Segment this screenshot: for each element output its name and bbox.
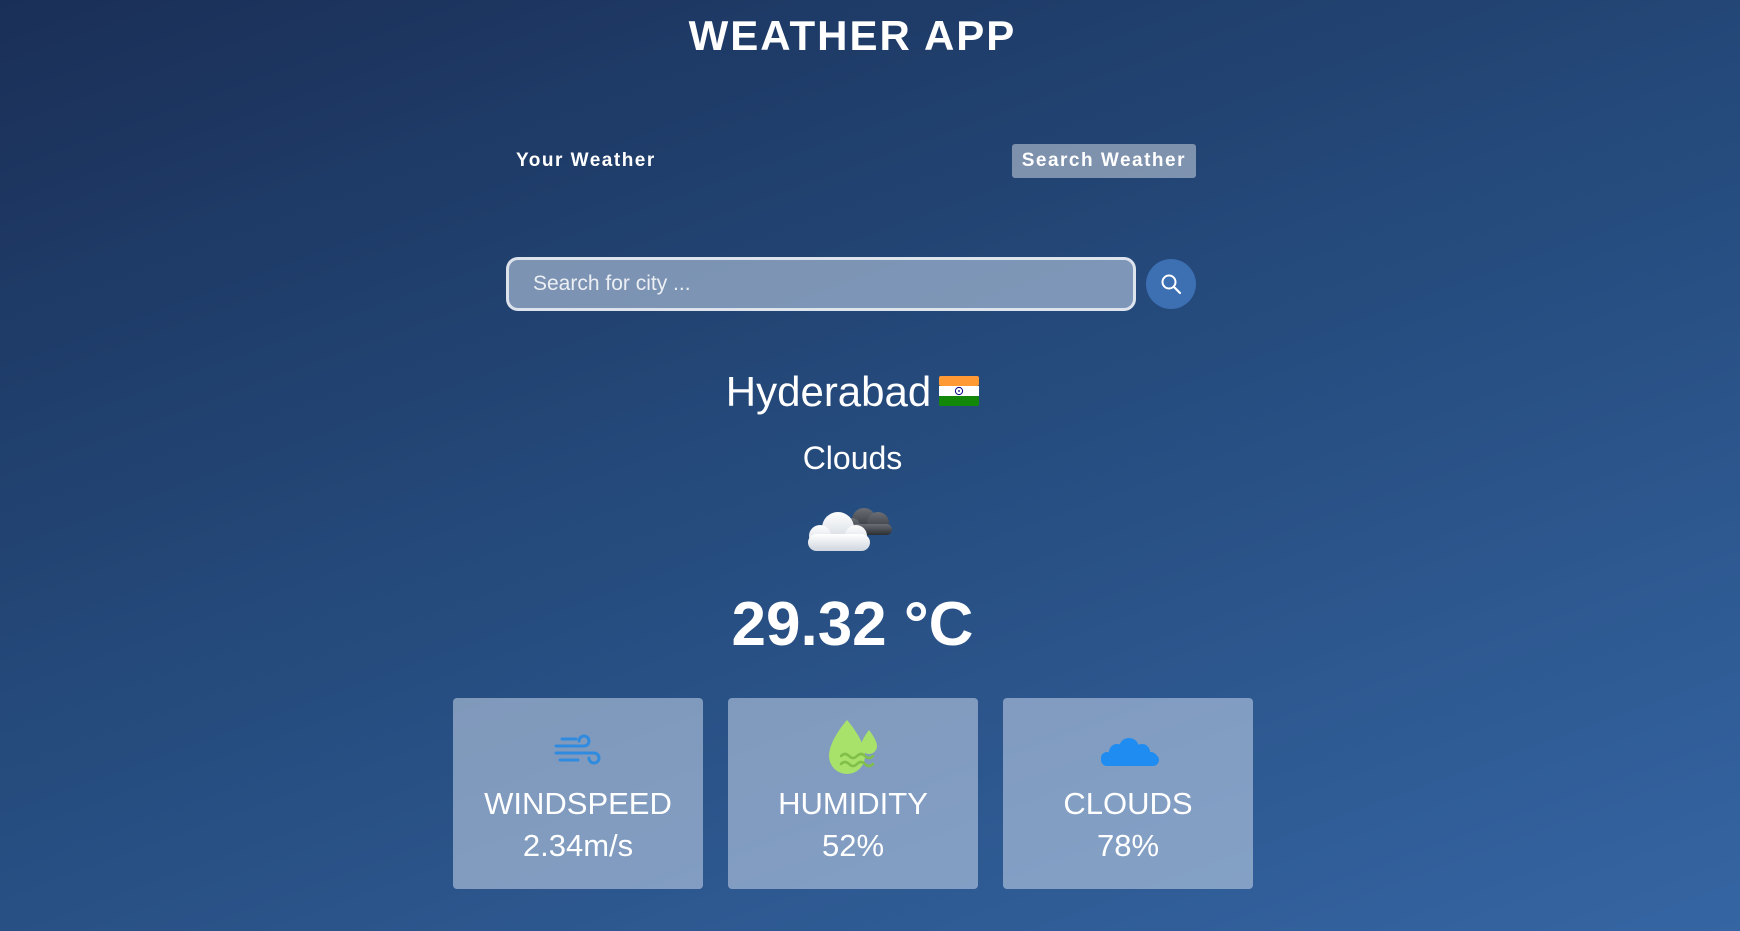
clouds-card: CLOUDS 78% [1003, 698, 1253, 889]
humidity-value: 52% [821, 828, 885, 863]
humidity-card: HUMIDITY 52% [728, 698, 978, 889]
india-flag-icon [939, 364, 980, 420]
weather-tabs: Your Weather Search Weather [506, 144, 1196, 178]
humidity-label: HUMIDITY [778, 786, 928, 821]
search-button[interactable] [1146, 259, 1196, 309]
tab-your-weather[interactable]: Your Weather [506, 144, 666, 178]
clouds-value: 78% [1096, 828, 1160, 863]
windspeed-value: 2.34m/s [522, 828, 634, 863]
cloudy-icon [802, 498, 902, 563]
search-icon [1161, 274, 1182, 295]
clouds-icon [1003, 720, 1253, 780]
humidity-icon [728, 720, 978, 780]
tab-search-weather[interactable]: Search Weather [1011, 144, 1196, 178]
city-name: Hyderabad [725, 368, 932, 415]
temperature: 29.32 °C [731, 590, 974, 659]
wind-icon [453, 720, 703, 780]
windspeed-label: WINDSPEED [484, 786, 672, 821]
app-title: WEATHER APP [688, 12, 1017, 59]
weather-condition: Clouds [802, 440, 903, 476]
windspeed-card: WINDSPEED 2.34m/s [453, 698, 703, 889]
city-heading: Hyderabad [0, 364, 1705, 423]
city-search-input[interactable] [506, 257, 1136, 311]
clouds-label: CLOUDS [1063, 786, 1193, 821]
